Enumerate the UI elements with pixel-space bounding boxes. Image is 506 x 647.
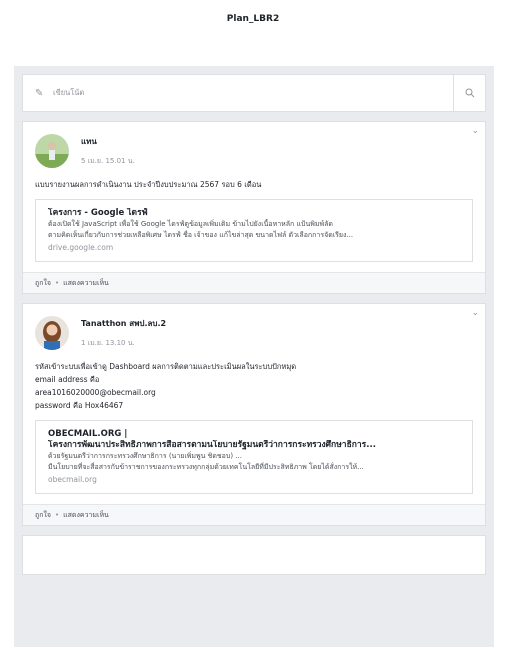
like-button[interactable]: ถูกใจ: [35, 278, 51, 289]
link-description: มีนโยบายที่จะสื่อสารกับข้าราชการของกระทร…: [48, 463, 364, 471]
post-text-line: รหัสเข้าระบบเพื่อเข้าดู Dashboard ผลการต…: [35, 362, 297, 371]
link-description: ตามคิดเห็นเกี่ยวกับการช่วยเหลือพิเศษ ไดร…: [48, 231, 354, 239]
post-text-line: password คือ Hox46467: [35, 401, 124, 410]
pencil-icon: ✎: [35, 87, 44, 99]
link-preview[interactable]: โครงการ - Google ไดรฟ์ ต้องเปิดใช้ JavaS…: [35, 199, 473, 262]
avatar[interactable]: [35, 134, 69, 168]
chevron-down-icon[interactable]: ⌄: [471, 308, 479, 318]
link-description: ด้วยรัฐมนตรีว่าการกระทรวงศึกษาธิการ (นาย…: [48, 452, 242, 460]
post-header: แทน 5 เม.ย. 15.01 น.: [23, 122, 485, 178]
like-button[interactable]: ถูกใจ: [35, 510, 51, 521]
author-name[interactable]: Tanatthon สพป.ลบ.2: [81, 317, 166, 330]
comment-button[interactable]: แสดงความเห็น: [63, 510, 109, 521]
separator: •: [55, 279, 60, 287]
link-preview[interactable]: OBECMAIL.ORG | โครงการพัฒนาประสิทธิภาพกา…: [35, 420, 473, 494]
post-header: Tanatthon สพป.ลบ.2 1 เม.ย. 13.10 น.: [23, 304, 485, 360]
composer-placeholder[interactable]: เขียนโน้ต: [49, 87, 453, 99]
post-actions: ถูกใจ • แสดงความเห็น: [23, 272, 485, 293]
comment-button[interactable]: แสดงความเห็น: [63, 278, 109, 289]
post-time[interactable]: 5 เม.ย. 15.01 น.: [81, 156, 135, 167]
search-icon: [465, 88, 474, 98]
post-text-line: แบบรายงานผลการดำเนินงาน ประจำปีงบประมาณ …: [35, 180, 262, 189]
post-text-line: email address คือ: [35, 375, 100, 384]
post-text: แบบรายงานผลการดำเนินงาน ประจำปีงบประมาณ …: [23, 178, 485, 191]
link-domain: obecmail.org: [48, 475, 97, 484]
link-title[interactable]: โครงการ - Google ไดรฟ์: [48, 208, 460, 219]
search-button[interactable]: [453, 75, 485, 111]
post-actions: ถูกใจ • แสดงความเห็น: [23, 504, 485, 525]
post-card: ⌄ Tanatthon สพป.ลบ.2 1 เม.ย. 13.10 น. รห…: [22, 303, 486, 526]
note-composer[interactable]: ✎ เขียนโน้ต: [22, 74, 486, 112]
author-name[interactable]: แทน: [81, 135, 135, 148]
separator: •: [55, 511, 60, 519]
chevron-down-icon[interactable]: ⌄: [471, 126, 479, 136]
post-card: ⌄ แทน 5 เม.ย. 15.01 น. แบบรายงานผลการดำเ…: [22, 121, 486, 294]
link-description: ต้องเปิดใช้ JavaScript เพื่อใช้ Google ไ…: [48, 220, 333, 228]
post-card: [22, 535, 486, 575]
post-text-line[interactable]: area1016020000@obecmail.org: [35, 386, 473, 399]
page-title: Plan_LBR2: [226, 14, 280, 24]
post-text: รหัสเข้าระบบเพื่อเข้าดู Dashboard ผลการต…: [23, 360, 485, 412]
notes-feed: ✎ เขียนโน้ต ⌄ แทน 5 เม.ย. 15.01 น. แบบรา…: [14, 66, 494, 647]
post-time[interactable]: 1 เม.ย. 13.10 น.: [81, 338, 166, 349]
link-title[interactable]: OBECMAIL.ORG |: [48, 429, 460, 440]
link-domain: drive.google.com: [48, 243, 114, 252]
link-title[interactable]: โครงการพัฒนาประสิทธิภาพการสื่อสารตามนโยบ…: [48, 440, 460, 451]
avatar[interactable]: [35, 316, 69, 350]
